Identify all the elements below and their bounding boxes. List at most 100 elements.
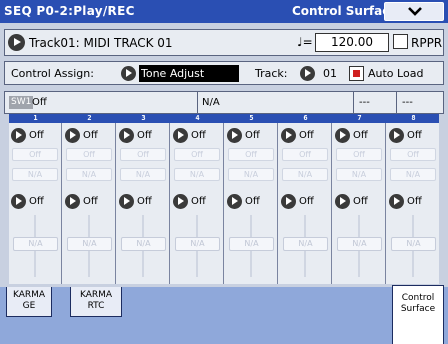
tempo-label: ♩= (297, 35, 313, 49)
play-arrow-icon (389, 128, 404, 143)
tab-control-surface[interactable]: Control Surface (392, 285, 444, 344)
switch-2-value: Off (299, 196, 314, 207)
rppr-checkbox[interactable] (393, 34, 408, 49)
switch-2[interactable]: Off (119, 193, 152, 210)
sw-value: Off (32, 97, 47, 108)
channel-strip: Off Off N/A Off N/A (9, 123, 62, 284)
switch-2-value: Off (407, 196, 422, 207)
tab-label-line2: RTC (87, 301, 105, 311)
switch-1-value: Off (137, 130, 152, 141)
auto-load-label: Auto Load (368, 67, 424, 80)
page-tabs: KARMA GE KARMA RTC Control Surface (0, 285, 448, 344)
channel-number: 8 (411, 114, 416, 122)
switch-2[interactable]: Off (389, 193, 422, 210)
switch-1-assign: N/A (66, 168, 112, 181)
control-assign-value[interactable]: Tone Adjust (139, 65, 239, 82)
divider (396, 92, 397, 113)
switch-1-assign: N/A (174, 168, 220, 181)
auto-load-checkbox[interactable] (349, 66, 364, 81)
channel-strip: Off Off N/A Off N/A (117, 123, 170, 284)
track-label: Track: (255, 67, 288, 80)
switch-2[interactable]: Off (173, 193, 206, 210)
switch-1-value: Off (83, 130, 98, 141)
control-assign-row: Control Assign: Tone Adjust Track: 01 Au… (4, 61, 444, 85)
switch-2[interactable]: Off (11, 193, 44, 210)
play-arrow-icon (65, 194, 80, 209)
control-assign-button[interactable] (121, 66, 136, 81)
switch-2-value: Off (245, 196, 260, 207)
switch-2[interactable]: Off (65, 193, 98, 210)
slider-knob[interactable]: N/A (13, 237, 58, 251)
switch-1-value: Off (29, 130, 44, 141)
slider-knob[interactable]: N/A (391, 237, 436, 251)
switch-1[interactable]: Off (119, 127, 152, 144)
play-arrow-icon (281, 194, 296, 209)
channel-strip: Off Off N/A Off N/A (387, 123, 440, 284)
play-arrow-icon (227, 194, 242, 209)
slider-knob[interactable]: N/A (121, 237, 166, 251)
switch-1[interactable]: Off (173, 127, 206, 144)
switch-1-assign: N/A (390, 168, 436, 181)
tab-label-line1: Control (401, 293, 435, 303)
track-select-button[interactable] (8, 34, 25, 51)
switch-2[interactable]: Off (227, 193, 260, 210)
switch-2-value: Off (353, 196, 368, 207)
switch-1[interactable]: Off (281, 127, 314, 144)
mode-title: SEQ P0-2:Play/REC (4, 4, 135, 18)
switch-1[interactable]: Off (335, 127, 368, 144)
switch-1-state: Off (66, 148, 112, 161)
switch-1-state: Off (174, 148, 220, 161)
channel-strip: Off Off N/A Off N/A (63, 123, 116, 284)
track-name: Track01: MIDI TRACK 01 (29, 36, 173, 50)
tab-karma-rtc[interactable]: KARMA RTC (70, 287, 122, 317)
sw-dash-1: --- (359, 97, 370, 108)
switch-1-state: Off (390, 148, 436, 161)
play-arrow-icon (173, 194, 188, 209)
channel-number: 7 (357, 114, 362, 122)
tab-label-line2: GE (22, 301, 36, 311)
rppr-label: RPPR (411, 36, 443, 50)
channel-number: 3 (141, 114, 146, 122)
slider-knob[interactable]: N/A (67, 237, 112, 251)
switch-2[interactable]: Off (281, 193, 314, 210)
slider-knob[interactable]: N/A (175, 237, 220, 251)
play-arrow-icon (119, 194, 134, 209)
switch-1-value: Off (191, 130, 206, 141)
switch-1[interactable]: Off (389, 127, 422, 144)
play-arrow-icon (281, 128, 296, 143)
channel-number: 4 (195, 114, 200, 122)
sw-dash-2: --- (402, 97, 413, 108)
slider-knob[interactable]: N/A (337, 237, 382, 251)
switch-1-state: Off (228, 148, 274, 161)
switch-1-assign: N/A (228, 168, 274, 181)
divider (197, 92, 198, 113)
switch-1-value: Off (407, 130, 422, 141)
checkbox-mark-icon (353, 70, 360, 77)
tab-label-line1: KARMA (12, 290, 46, 300)
slider-knob[interactable]: N/A (229, 237, 274, 251)
switch-1-state: Off (336, 148, 382, 161)
switch-1-value: Off (299, 130, 314, 141)
switch-1[interactable]: Off (227, 127, 260, 144)
sw-tag: SW1 (9, 96, 34, 109)
track-select-row: Track01: MIDI TRACK 01 ♩= 120.00 RPPR (4, 29, 444, 56)
channel-number: 1 (33, 114, 38, 122)
switch-1[interactable]: Off (11, 127, 44, 144)
tab-karma-ge[interactable]: KARMA GE (6, 287, 52, 317)
channel-strip: Off Off N/A Off N/A (333, 123, 386, 284)
slider-knob[interactable]: N/A (283, 237, 328, 251)
switch-2-value: Off (83, 196, 98, 207)
switch-1[interactable]: Off (65, 127, 98, 144)
channel-strip: Off Off N/A Off N/A (225, 123, 278, 284)
switch-2[interactable]: Off (335, 193, 368, 210)
sw-center: N/A (202, 97, 220, 108)
tab-label-line1: KARMA (79, 290, 113, 300)
page-menu-button[interactable] (384, 2, 444, 21)
title-bar: SEQ P0-2:Play/REC Control Surface (0, 0, 448, 23)
tempo-field[interactable]: 120.00 (315, 33, 389, 52)
switch-2-value: Off (29, 196, 44, 207)
play-arrow-icon (11, 194, 26, 209)
track-number-button[interactable] (300, 66, 315, 81)
channel-number: 5 (249, 114, 254, 122)
switch-1-state: Off (12, 148, 58, 161)
